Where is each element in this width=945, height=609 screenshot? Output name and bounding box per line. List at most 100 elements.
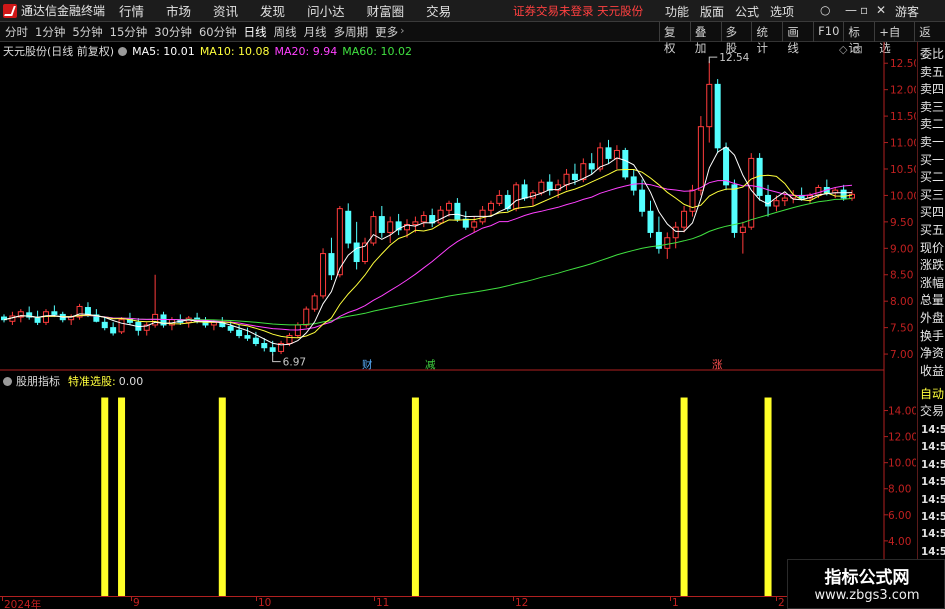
candle-body-up (420, 215, 427, 223)
ind-y-tick-label: 4.00 (888, 536, 911, 548)
y-tick-label: 9.50 (890, 217, 913, 229)
broker-login-notice[interactable]: 证券交易未登录 天元股份 (513, 3, 643, 19)
menu-item-3[interactable]: 发现 (260, 1, 285, 20)
quote-field-15: 外盘 (920, 311, 945, 325)
kline-pane[interactable]: 12.50 12.00 11.50 11.00 10.50 10.00 9.50 9.00 8.… (0, 42, 916, 371)
period-tab-9[interactable]: 多周期 (334, 24, 369, 40)
auto-trade-label[interactable]: 自动 (920, 385, 944, 402)
tick-time: 14:56 (921, 424, 945, 436)
candle-body-down (353, 242, 360, 263)
quote-field-11: 现价 (920, 240, 945, 255)
quote-field-2: 卖四 (920, 82, 945, 97)
candle-body-up (706, 83, 713, 128)
period-tab-2[interactable]: 5分钟 (72, 24, 102, 40)
signal-bar (680, 397, 688, 596)
period-toolbar: 分时 1分钟 5分钟 15分钟 30分钟 60分钟 日线 周线 月线 多周期 更多 › 复权 叠加 多股统… (0, 22, 945, 55)
indicator-name[interactable]: 股朋指标 (16, 373, 60, 389)
signal-label: 特准选股: (68, 375, 116, 388)
ind-y-tick-label: 14.00 (888, 406, 916, 418)
candle-body-down (714, 83, 721, 149)
toolbar-button-3[interactable]: 统计 (751, 22, 782, 55)
menu-item-0[interactable]: 行情 (119, 1, 144, 20)
signal-value: 0.00 (118, 374, 144, 388)
date-axis: 2024年 9 10 11 12 1 2 (0, 596, 884, 609)
y-tick-label: 8.50 (890, 270, 913, 282)
close-icon[interactable]: ✕ (876, 3, 886, 17)
period-tab-1[interactable]: 1分钟 (35, 24, 65, 40)
candle-body-up (739, 226, 746, 233)
toolbar-button-4[interactable]: 画线 (782, 22, 813, 55)
close-pane-icon[interactable]: ⊠ (853, 43, 862, 56)
quote-field-14: 总量 (920, 293, 945, 308)
toolbar-button-2[interactable]: 多股 (720, 22, 752, 55)
menu-item-6[interactable]: 交易 (426, 1, 451, 20)
toolbar-button-7[interactable]: +自选 (874, 22, 914, 55)
quote-field-6: 买一 (920, 152, 945, 167)
candle-body-up (681, 210, 688, 228)
toolbar-button-6[interactable]: 标记 (843, 22, 874, 55)
right-menu: 功能 版面 公式 选项 (665, 3, 805, 20)
quote-side-panel: 委比 卖五 卖四 卖三 卖二 卖一 买一 买二 买三 买四 买五 现价 涨跌 涨幅 总量 外盘 换手 净资 收益 自动… (917, 42, 945, 609)
settings-gear-icon[interactable] (118, 46, 128, 56)
candle-body-down (101, 321, 108, 329)
candle-body-up (303, 308, 310, 326)
app-logo-icon (3, 3, 17, 18)
event-marker-0[interactable]: 财 (362, 358, 373, 371)
maximize-icon[interactable]: ▫ (860, 3, 868, 17)
toolbar-button-0[interactable]: 复权 (659, 22, 690, 55)
ma5-label: MA5: 10.01 (132, 44, 195, 58)
candle-body-up (487, 202, 494, 211)
ma20-label: MA20: 9.94 (274, 44, 338, 58)
event-marker-2[interactable]: 涨 (712, 359, 723, 371)
menu-item-4[interactable]: 问小达 (307, 1, 345, 20)
toolbar-button-8[interactable]: 返回 (914, 22, 945, 55)
more-arrow-icon[interactable]: › (400, 24, 404, 40)
watermark-url: www.zbgs3.com (814, 588, 920, 603)
candle-body-down (110, 327, 117, 334)
period-tab-10[interactable]: 更多 (375, 24, 398, 40)
period-tab-0[interactable]: 分时 (5, 24, 28, 40)
candle-body-down (51, 311, 58, 315)
menu-item-1[interactable]: 市场 (166, 1, 191, 20)
period-tab-7[interactable]: 周线 (274, 24, 297, 40)
guest-login[interactable]: 游客 (895, 3, 919, 20)
period-tab-3[interactable]: 15分钟 (110, 24, 148, 40)
y-tick-label: 7.50 (890, 323, 913, 335)
date-label: 2024年 (4, 599, 42, 609)
period-tab-6[interactable]: 日线 (244, 24, 267, 40)
toolbar-button-5[interactable]: F10 (813, 22, 843, 42)
event-marker-1[interactable]: 减 (425, 359, 436, 371)
trade-label[interactable]: 交易 (920, 402, 944, 419)
y-tick-label: 11.00 (890, 138, 916, 150)
candle-body-down (378, 216, 385, 233)
candle-body-down (723, 147, 730, 186)
period-tab-5[interactable]: 60分钟 (199, 24, 237, 40)
main-menu: 行情 市场 资讯 发现 问小达 财富圈 交易 (119, 1, 473, 20)
candle-body-up (697, 126, 704, 191)
right-menu-item-3[interactable]: 选项 (770, 3, 794, 20)
candle-body-down (840, 189, 847, 199)
right-menu-item-1[interactable]: 版面 (700, 3, 724, 20)
indicator-gear-icon[interactable] (3, 376, 12, 386)
y-tick-label: 8.00 (890, 296, 913, 308)
signal-bar (764, 397, 772, 596)
toolbar-button-1[interactable]: 叠加 (689, 22, 721, 55)
date-tick (131, 597, 132, 601)
quote-field-13: 涨幅 (920, 275, 945, 290)
ma60-label: MA60: 10.02 (342, 44, 412, 58)
quote-field-5: 卖一 (920, 135, 945, 149)
menu-item-5[interactable]: 财富圈 (367, 1, 405, 20)
menu-item-2[interactable]: 资讯 (213, 1, 238, 20)
candle-body-up (286, 335, 293, 344)
diamond-icon[interactable]: ◇ (839, 43, 847, 56)
restore-circle-icon[interactable]: ○ (820, 3, 830, 17)
indicator-pane[interactable]: 14.0012.0010.008.006.004.002.00 股朋指标 特准选… (0, 371, 916, 597)
indicator-header: 股朋指标 特准选股: 0.00 (3, 373, 143, 389)
period-tab-8[interactable]: 月线 (304, 24, 327, 40)
period-tab-4[interactable]: 30分钟 (154, 24, 192, 40)
right-menu-item-2[interactable]: 公式 (735, 3, 759, 20)
candle-body-down (454, 202, 461, 220)
minimize-icon[interactable]: — (845, 3, 857, 17)
date-label: 2 (778, 597, 785, 609)
right-menu-item-0[interactable]: 功能 (665, 3, 689, 20)
